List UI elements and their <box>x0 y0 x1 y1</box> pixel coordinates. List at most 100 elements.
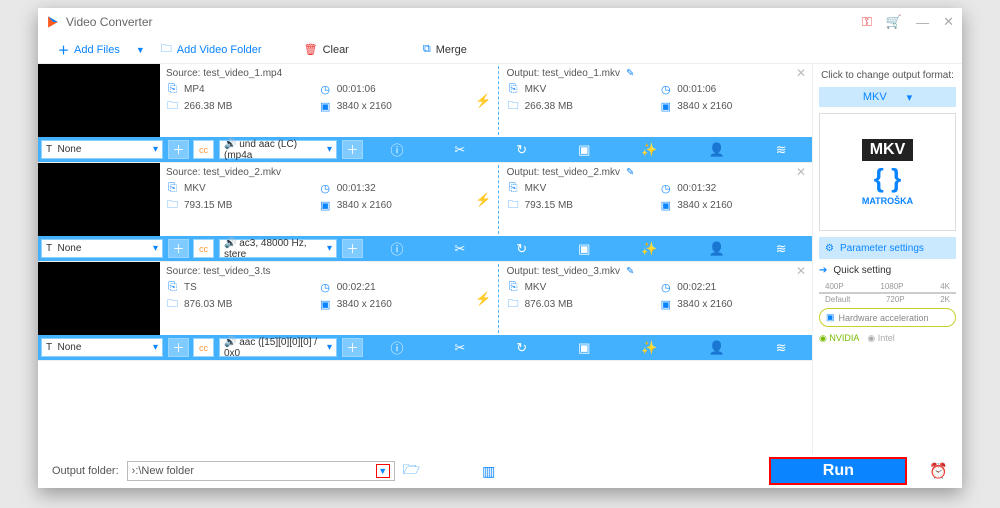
add-subtitle-button[interactable]: ＋ <box>168 239 189 258</box>
effects-tool-icon[interactable]: ✨ <box>641 142 657 158</box>
parameter-settings-button[interactable]: ⚙Parameter settings <box>819 237 956 259</box>
folder-icon: 🗀 <box>507 199 520 212</box>
output-folder-dropdown[interactable]: ▼ <box>376 464 390 478</box>
resolution-icon: ▣ <box>659 298 672 311</box>
cc-button[interactable]: cc <box>193 338 214 357</box>
conversion-list: Source: test_video_1.mp4 ⎘MP4 ◷00:01:06 … <box>38 64 812 454</box>
format-preview[interactable]: MKV { } MATROŠKA <box>819 113 956 231</box>
effects-tool-icon[interactable]: ✨ <box>641 340 657 356</box>
run-button[interactable]: Run <box>769 457 907 485</box>
audio-select[interactable]: 🔊 und aac (LC) (mp4a▾ <box>219 140 337 159</box>
watermark-tool-icon[interactable]: 👤 <box>708 142 724 158</box>
format-icon: ⎘ <box>166 182 179 195</box>
resolution-icon: ▣ <box>319 100 332 113</box>
crop-tool-icon[interactable]: ▣ <box>578 340 590 356</box>
rotate-tool-icon[interactable]: ↻ <box>516 142 527 158</box>
edit-icon[interactable]: ✎ <box>626 68 634 79</box>
effects-tool-icon[interactable]: ✨ <box>641 241 657 257</box>
video-thumbnail[interactable] <box>38 64 160 137</box>
merge-icon: ⧉ <box>423 43 431 56</box>
resolution-icon: ▣ <box>659 100 672 113</box>
add-audio-button[interactable]: ＋ <box>342 140 363 159</box>
cut-tool-icon[interactable]: ✂ <box>454 142 465 158</box>
key-icon[interactable]: ⚿ <box>862 14 872 30</box>
adjust-tool-icon[interactable]: ≋ <box>776 340 787 356</box>
format-icon: ⎘ <box>507 83 520 96</box>
output-label: Output: test_video_1.mkv ✎ <box>507 68 806 79</box>
resolution-icon: ▣ <box>319 298 332 311</box>
add-folder-button[interactable]: 🗀Add Video Folder <box>155 38 268 61</box>
adjust-tool-icon[interactable]: ≋ <box>776 142 787 158</box>
clock-icon: ◷ <box>319 83 332 96</box>
add-files-button[interactable]: ＋Add Files <box>52 40 126 60</box>
video-thumbnail[interactable] <box>38 262 160 335</box>
open-folder-button[interactable]: 🗁 <box>403 459 420 483</box>
clear-button[interactable]: 🗑Clear <box>298 41 355 58</box>
add-audio-button[interactable]: ＋ <box>342 239 363 258</box>
watermark-tool-icon[interactable]: 👤 <box>708 241 724 257</box>
close-window-button[interactable]: ✕ <box>943 14 954 30</box>
subtitle-select[interactable]: T None▾ <box>41 239 163 258</box>
info-tool-icon[interactable]: ⓘ <box>390 140 403 159</box>
edit-icon[interactable]: ✎ <box>626 167 634 178</box>
crop-tool-icon[interactable]: ▣ <box>578 241 590 257</box>
list-item: Source: test_video_1.mp4 ⎘MP4 ◷00:01:06 … <box>38 64 812 163</box>
remove-item-button[interactable]: ✕ <box>796 165 806 179</box>
rotate-tool-icon[interactable]: ↻ <box>516 340 527 356</box>
list-item: Source: test_video_2.mkv ⎘MKV ◷00:01:32 … <box>38 163 812 262</box>
lightning-icon: ⚡ <box>475 192 491 208</box>
output-label: Output: test_video_2.mkv ✎ <box>507 167 806 178</box>
add-subtitle-button[interactable]: ＋ <box>168 338 189 357</box>
crop-tool-icon[interactable]: ▣ <box>578 142 590 158</box>
format-icon: ⎘ <box>507 182 520 195</box>
arrow-right-icon: ➔ <box>819 265 827 276</box>
cc-button[interactable]: cc <box>193 140 214 159</box>
subtitle-select[interactable]: T None▾ <box>41 140 163 159</box>
merge-button[interactable]: ⧉Merge <box>417 41 473 58</box>
watermark-tool-icon[interactable]: 👤 <box>708 340 724 356</box>
list-item: Source: test_video_3.ts ⎘TS ◷00:02:21 🗀8… <box>38 262 812 361</box>
hardware-acceleration-toggle[interactable]: ▣ Hardware acceleration <box>819 308 956 327</box>
source-label: Source: test_video_2.mkv <box>166 167 465 178</box>
clock-icon: ◷ <box>659 83 672 96</box>
subtitle-select[interactable]: T None▾ <box>41 338 163 357</box>
trash-icon: 🗑 <box>304 43 318 56</box>
format-icon: ⎘ <box>507 281 520 294</box>
schedule-icon[interactable]: ⏰ <box>929 462 948 480</box>
audio-select[interactable]: 🔊 aac ([15][0][0][0] / 0x0▾ <box>219 338 337 357</box>
rotate-tool-icon[interactable]: ↻ <box>516 241 527 257</box>
audio-select[interactable]: 🔊 ac3, 48000 Hz, stere▾ <box>219 239 337 258</box>
format-dropdown[interactable]: MKV▾ <box>819 87 956 107</box>
clock-icon: ◷ <box>659 182 672 195</box>
format-icon: ⎘ <box>166 83 179 96</box>
output-folder-input[interactable]: ›:\New folder ▼ <box>127 461 395 481</box>
queue-icon[interactable]: ▥ <box>482 463 495 480</box>
clock-icon: ◷ <box>319 281 332 294</box>
chip-icon: ▣ <box>826 312 835 323</box>
adjust-tool-icon[interactable]: ≋ <box>776 241 787 257</box>
app-window: Video Converter ⚿ 🛒 — ✕ ＋Add Files ▼ 🗀Ad… <box>38 8 962 488</box>
info-tool-icon[interactable]: ⓘ <box>390 338 403 357</box>
add-files-dropdown[interactable]: ▼ <box>136 45 145 55</box>
folder-icon: 🗀 <box>161 40 172 59</box>
resolution-icon: ▣ <box>319 199 332 212</box>
cut-tool-icon[interactable]: ✂ <box>454 241 465 257</box>
quick-setting-label: ➔ Quick setting <box>819 265 956 276</box>
remove-item-button[interactable]: ✕ <box>796 264 806 278</box>
add-subtitle-button[interactable]: ＋ <box>168 140 189 159</box>
remove-item-button[interactable]: ✕ <box>796 66 806 80</box>
clock-icon: ◷ <box>659 281 672 294</box>
cc-button[interactable]: cc <box>193 239 214 258</box>
output-label: Output: test_video_3.mkv ✎ <box>507 266 806 277</box>
cut-tool-icon[interactable]: ✂ <box>454 340 465 356</box>
info-tool-icon[interactable]: ⓘ <box>390 239 403 258</box>
cart-icon[interactable]: 🛒 <box>886 14 902 30</box>
folder-icon: 🗀 <box>507 100 520 113</box>
add-audio-button[interactable]: ＋ <box>342 338 363 357</box>
folder-icon: 🗀 <box>507 298 520 311</box>
resolution-slider[interactable]: 400P1080P4K Default720P2K <box>819 282 956 302</box>
minimize-button[interactable]: — <box>916 15 929 30</box>
video-thumbnail[interactable] <box>38 163 160 236</box>
folder-icon: 🗀 <box>166 298 179 311</box>
edit-icon[interactable]: ✎ <box>626 266 634 277</box>
